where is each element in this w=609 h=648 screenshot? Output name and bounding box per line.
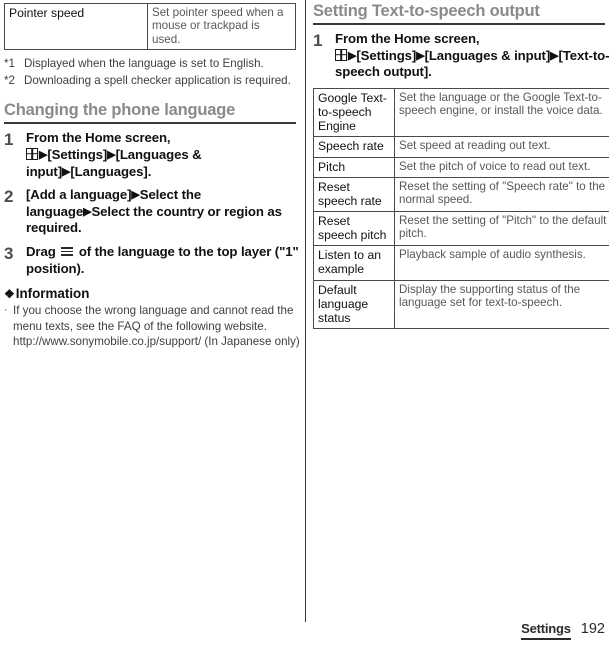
table-cell-description: Reset the setting of "Pitch" to the defa… — [394, 210, 609, 247]
step-item: 1 From the Home screen, ▶[Settings]▶[Lan… — [313, 31, 609, 81]
step-action-drag: Drag — [26, 244, 56, 260]
footer-section-label: Settings — [521, 621, 571, 640]
hamburger-icon — [61, 247, 74, 256]
table-cell-term: Pitch — [313, 156, 395, 178]
manual-page: Pointer speed Set pointer speed when a m… — [0, 0, 609, 648]
table-row: Reset speech pitch Reset the setting of "… — [313, 210, 609, 247]
step-line-1: From the Home screen, — [26, 130, 171, 146]
table-cell-term: Google Text-to-speech Engine — [313, 88, 395, 138]
section-rule — [4, 122, 296, 125]
step-target-languages: [Languages]. — [70, 163, 152, 179]
table-row: Speech rate Set speed at reading out text… — [313, 136, 609, 158]
section-rule — [313, 23, 605, 26]
table-cell-description: Set pointer speed when a mouse or trackp… — [147, 2, 296, 51]
footnote-text: Displayed when the language is set to En… — [24, 57, 264, 71]
step-item: 3 Drag of the language to the top layer … — [4, 244, 301, 277]
section-heading: Changing the phone language — [4, 101, 236, 120]
step-number: 1 — [4, 130, 14, 150]
table-row: Pitch Set the pitch of voice to read out … — [313, 156, 609, 178]
tts-settings-table: Google Text-to-speech Engine Set the lang… — [313, 88, 609, 329]
step-number: 3 — [4, 244, 14, 264]
table-cell-description: Set the language or the Google Text-to-s… — [394, 88, 609, 138]
grid-icon — [26, 147, 38, 160]
left-column: Pointer speed Set pointer speed when a m… — [4, 0, 301, 350]
section-heading: Setting Text-to-speech output — [313, 2, 540, 20]
step-text: From the Home screen, ▶[Settings]▶[Langu… — [26, 130, 301, 180]
table-cell-term: Default language status — [313, 279, 395, 329]
step-text: [Add a language]▶Select the language▶Sel… — [26, 187, 301, 237]
information-glyph-icon: ❖ — [4, 287, 15, 302]
arrow-icon: ▶ — [416, 49, 425, 62]
table-cell-term: Pointer speed — [4, 2, 148, 51]
list-item: · If you choose the wrong language and c… — [4, 303, 301, 350]
footnote-item: *2 Downloading a spell checker applicati… — [4, 73, 301, 88]
footnotes: *1 Displayed when the language is set to… — [4, 56, 301, 88]
arrow-icon: ▶ — [131, 189, 140, 202]
table-row: Listen to an example Playback sample of a… — [313, 245, 609, 281]
footer-page-number: 192 — [580, 621, 605, 637]
step-item: 1 From the Home screen, ▶[Settings]▶[Lan… — [4, 130, 301, 180]
information-list: · If you choose the wrong language and c… — [4, 303, 301, 350]
column-divider — [305, 0, 306, 622]
right-column: Setting Text-to-speech output 1 From the… — [313, 0, 609, 329]
step-number: 1 — [313, 31, 323, 51]
footnote-marker: *1 — [4, 57, 15, 71]
table-row: Reset speech rate Reset the setting of "S… — [313, 176, 609, 213]
arrow-icon: ▶ — [107, 148, 116, 161]
footnote-text: Downloading a spell checker application … — [24, 73, 291, 87]
step-target-add-language: [Add a language] — [26, 187, 132, 203]
table-cell-term: Speech rate — [313, 136, 395, 158]
step-line-1: From the Home screen, — [335, 31, 480, 47]
page-footer: Settings 192 — [521, 621, 605, 640]
table-row: Default language status Display the suppo… — [313, 279, 609, 329]
footnote-marker: *2 — [4, 73, 15, 87]
step-number: 2 — [4, 187, 14, 207]
pointer-settings-table: Pointer speed Set pointer speed when a m… — [4, 2, 296, 51]
table-row: Google Text-to-speech Engine Set the lang… — [313, 88, 609, 138]
grid-icon — [335, 48, 347, 61]
table-cell-description: Reset the setting of "Speech rate" to th… — [394, 176, 609, 213]
table-row: Pointer speed Set pointer speed when a m… — [4, 2, 296, 51]
table-cell-term: Reset speech pitch — [313, 210, 395, 247]
table-cell-term: Reset speech rate — [313, 176, 395, 213]
step-target-languages-input: [Languages & input] — [424, 47, 551, 63]
bullet-icon: · — [4, 304, 8, 317]
information-text: If you choose the wrong language and can… — [13, 304, 300, 349]
step-text: From the Home screen, ▶[Settings]▶[Langu… — [335, 31, 609, 81]
footnote-item: *1 Displayed when the language is set to… — [4, 56, 301, 71]
information-heading-label: Information — [15, 286, 90, 302]
arrow-icon: ▶ — [550, 49, 559, 62]
step-item: 2 [Add a language]▶Select the language▶S… — [4, 187, 301, 237]
table-cell-description: Set speed at reading out text. — [394, 136, 609, 158]
table-cell-description: Display the supporting status of the lan… — [394, 279, 609, 329]
step-target-settings: [Settings] — [47, 146, 108, 162]
table-cell-description: Playback sample of audio synthesis. — [394, 245, 609, 281]
step-target-settings: [Settings] — [356, 47, 417, 63]
table-cell-description: Set the pitch of voice to read out text. — [394, 156, 609, 178]
table-cell-term: Listen to an example — [313, 245, 395, 281]
information-heading: ❖Information — [4, 286, 301, 302]
step-text: Drag of the language to the top layer ("… — [26, 244, 301, 277]
